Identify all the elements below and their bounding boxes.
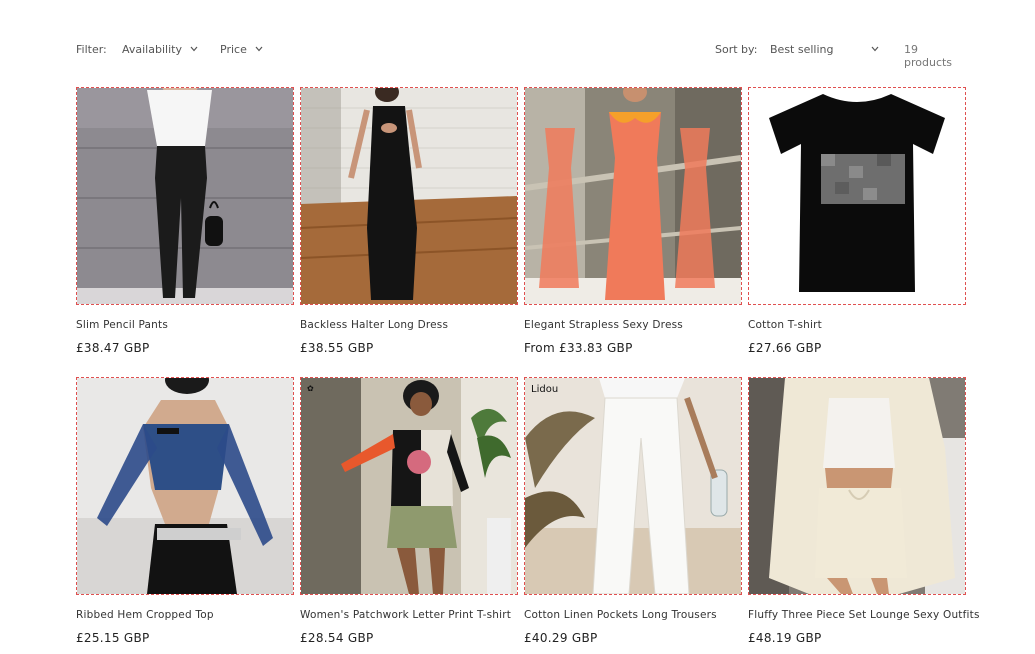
product-title[interactable]: Cotton T-shirt <box>748 319 822 331</box>
product-price: £38.55 GBP <box>300 341 374 355</box>
chevron-down-icon <box>190 46 198 53</box>
product-card[interactable]: Ribbed Hem Cropped Top £25.15 GBP <box>76 377 294 645</box>
product-count-text: 19 products <box>904 43 953 69</box>
facet-toolbar: Filter: Availability Price Sort by: Best… <box>76 40 966 69</box>
sort-label-text: Sort by: <box>715 43 758 56</box>
product-card[interactable]: Lidou Cotton Linen Pockets Long Trousers… <box>524 377 742 645</box>
product-title[interactable]: Women's Patchwork Letter Print T-shirt <box>300 609 511 621</box>
filter-label-text: Filter: <box>76 43 107 56</box>
sort-select[interactable]: Best selling <box>770 43 879 56</box>
product-card[interactable]: Slim Pencil Pants £38.47 GBP <box>76 87 294 355</box>
brand-logo: Lidou <box>531 384 559 395</box>
product-card[interactable]: Cotton T-shirt £27.66 GBP <box>748 87 966 355</box>
price-filter-button[interactable]: Price <box>220 43 263 56</box>
product-card[interactable]: ✿ Women's Patchwork Letter Print T-shirt… <box>300 377 518 645</box>
sort-label: Sort by: <box>715 43 757 56</box>
product-price: £48.19 GBP <box>748 631 822 645</box>
product-title[interactable]: Slim Pencil Pants <box>76 319 168 331</box>
brand-logo: ✿ <box>307 384 314 393</box>
product-image-elegant-strapless-sexy-dress[interactable] <box>524 87 742 305</box>
chevron-down-icon <box>871 46 879 53</box>
product-price: From £33.83 GBP <box>524 341 633 355</box>
product-card[interactable]: Fluffy Three Piece Set Lounge Sexy Outfi… <box>748 377 979 645</box>
product-image-fluffy-three-piece-set[interactable] <box>748 377 966 595</box>
product-price: £28.54 GBP <box>300 631 374 645</box>
product-title[interactable]: Backless Halter Long Dress <box>300 319 448 331</box>
product-title[interactable]: Cotton Linen Pockets Long Trousers <box>524 609 717 621</box>
availability-filter-label: Availability <box>122 43 182 56</box>
product-price: £25.15 GBP <box>76 631 150 645</box>
product-image-cotton-t-shirt[interactable] <box>748 87 966 305</box>
product-image-slim-pencil-pants[interactable] <box>76 87 294 305</box>
chevron-down-icon <box>255 46 263 53</box>
product-card[interactable]: Backless Halter Long Dress £38.55 GBP <box>300 87 518 355</box>
product-price: £40.29 GBP <box>524 631 598 645</box>
product-count: 19 products <box>904 43 966 69</box>
product-title[interactable]: Ribbed Hem Cropped Top <box>76 609 214 621</box>
product-title[interactable]: Fluffy Three Piece Set Lounge Sexy Outfi… <box>748 609 980 621</box>
product-price: £38.47 GBP <box>76 341 150 355</box>
product-image-cotton-linen-pockets-long-trousers[interactable]: Lidou <box>524 377 742 595</box>
product-image-backless-halter-long-dress[interactable] <box>300 87 518 305</box>
product-price: £27.66 GBP <box>748 341 822 355</box>
availability-filter-button[interactable]: Availability <box>122 43 198 56</box>
product-card[interactable]: Elegant Strapless Sexy Dress From £33.83… <box>524 87 742 355</box>
product-image-patchwork-letter-print-t-shirt[interactable]: ✿ <box>300 377 518 595</box>
sort-selected-value: Best selling <box>770 43 834 56</box>
product-title[interactable]: Elegant Strapless Sexy Dress <box>524 319 683 331</box>
price-filter-label: Price <box>220 43 247 56</box>
product-image-ribbed-hem-cropped-top[interactable] <box>76 377 294 595</box>
filter-label: Filter: <box>76 43 107 56</box>
